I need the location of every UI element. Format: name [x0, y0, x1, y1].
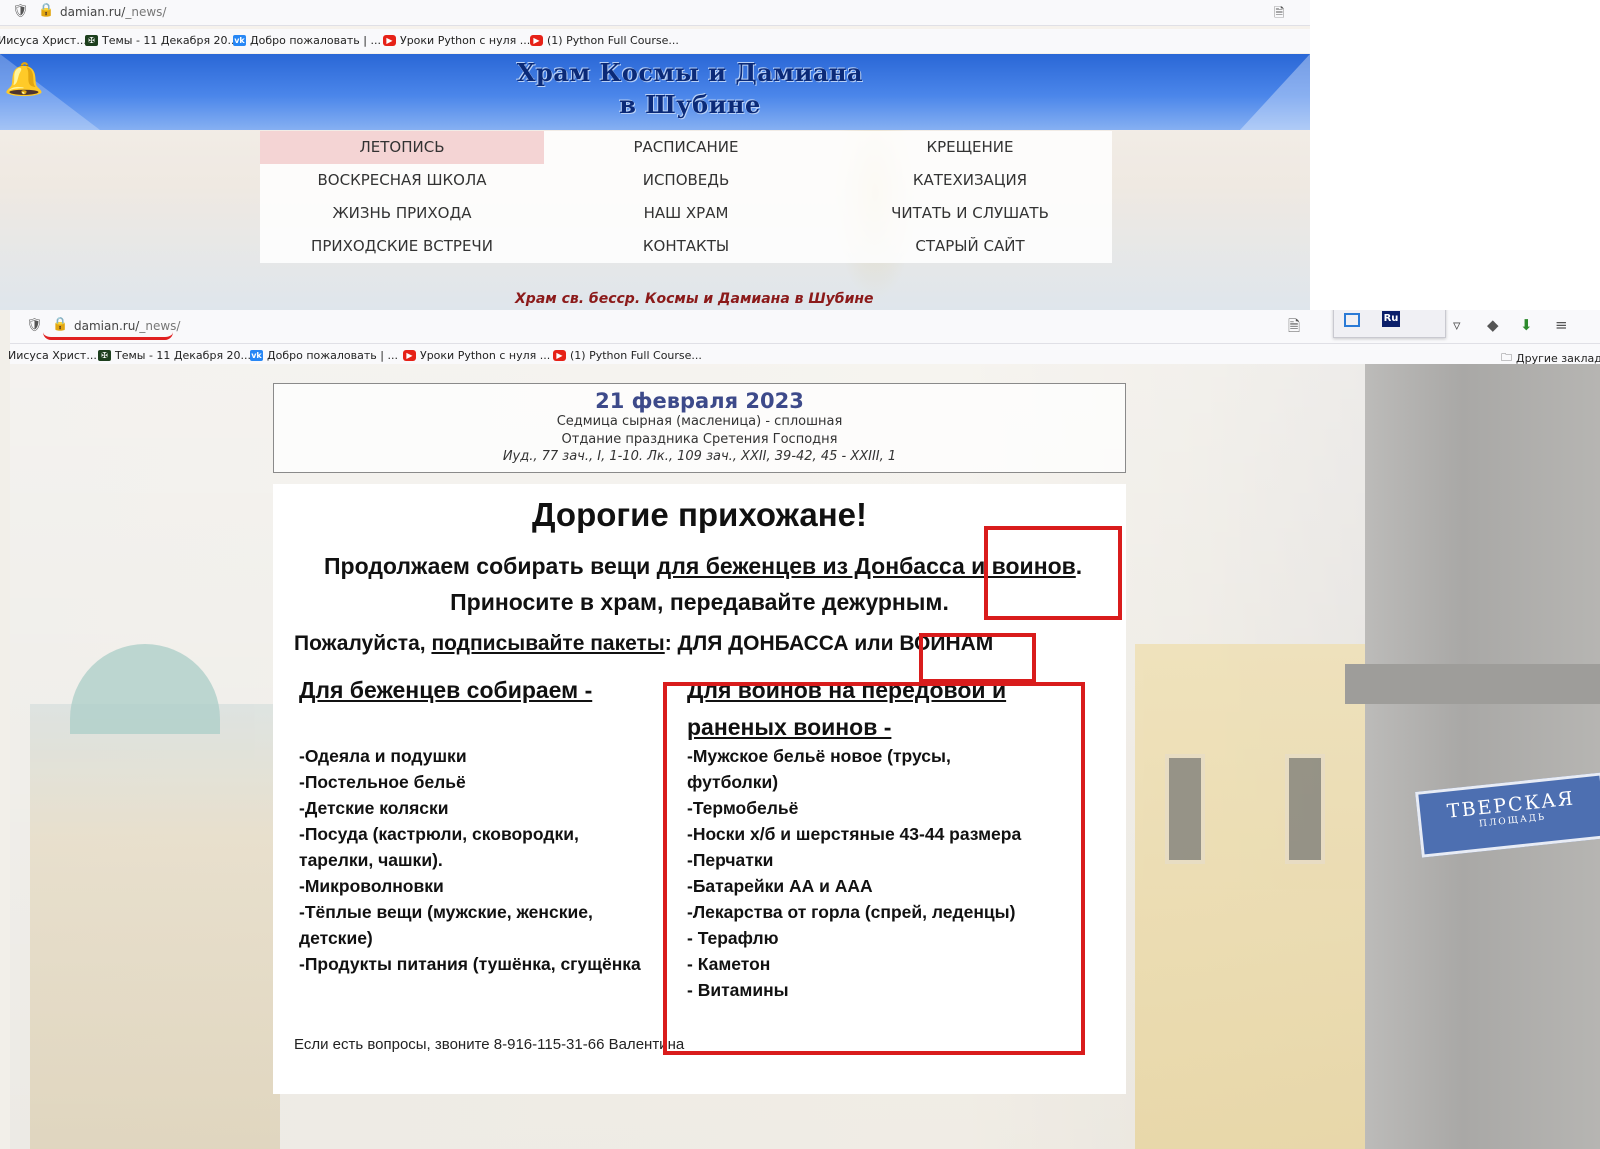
- shield-icon[interactable]: 🛡: [12, 4, 29, 19]
- bookmark-item[interactable]: vk Добро пожаловать | ...: [250, 349, 398, 362]
- bookmark-item[interactable]: Иисуса Христ...: [8, 349, 97, 362]
- bookmark-item[interactable]: ▶ (1) Python Full Course...: [553, 349, 702, 362]
- list-item: -Посуда (кастрюли, сковородки,: [299, 824, 579, 844]
- site-tagline: Храм св. бесср. Космы и Дамиана в Шубине: [515, 291, 874, 307]
- menu-item-katekhizatsiya[interactable]: КАТЕХИЗАЦИЯ: [828, 164, 1112, 197]
- pocket-icon[interactable]: ▿: [1453, 316, 1461, 334]
- menu-item-parish-meetings[interactable]: ПРИХОДСКИЕ ВСТРЕЧИ: [260, 230, 544, 263]
- bookmark-item[interactable]: ▶ (1) Python Full Course...: [530, 34, 679, 47]
- menu-item-kreshchenie[interactable]: КРЕЩЕНИЕ: [828, 131, 1112, 164]
- shield-icon[interactable]: 🛡: [26, 318, 43, 333]
- bookmark-item[interactable]: ✠ Темы - 11 Декабря 20...: [85, 34, 238, 47]
- background-building-right: [1135, 644, 1365, 1149]
- list-item: -Одеяла и подушки: [299, 746, 467, 766]
- extension-popup: Ru: [1333, 310, 1446, 338]
- bookmark-item[interactable]: Иисуса Христ...: [0, 34, 87, 47]
- main-menu: ЛЕТОПИСЬ РАСПИСАНИЕ КРЕЩЕНИЕ ВОСКРЕСНАЯ …: [260, 131, 1112, 263]
- vk-icon: vk: [250, 350, 263, 361]
- background-window: [1285, 754, 1325, 864]
- lock-icon[interactable]: 🔒: [52, 317, 68, 332]
- menu-item-letopis[interactable]: ЛЕТОПИСЬ: [260, 131, 544, 164]
- menu-icon[interactable]: ≡: [1555, 316, 1568, 334]
- background-window: [1165, 754, 1205, 864]
- list-item: -Микроволновки: [299, 876, 444, 896]
- menu-item-parish-life[interactable]: ЖИЗНЬ ПРИХОДА: [260, 197, 544, 230]
- menu-item-read-listen[interactable]: ЧИТАТЬ И СЛУШАТЬ: [828, 197, 1112, 230]
- bottom-browser-screenshot: 🛡 🔒 damian.ru/_news/ 🗎 ▿ ◆ ⬇ ≡ Ru Иисуса…: [0, 310, 1600, 1149]
- vk-icon: vk: [233, 35, 246, 46]
- menu-item-sunday-school[interactable]: ВОСКРЕСНАЯ ШКОЛА: [260, 164, 544, 197]
- address-bar-top[interactable]: 🛡 🔒 damian.ru/_news/ 🗎: [0, 0, 1310, 26]
- announcement-line-1: Продолжаем собирать вещи для беженцев из…: [324, 553, 1083, 579]
- list-item: -Детские коляски: [299, 798, 449, 818]
- youtube-icon: ▶: [530, 35, 543, 46]
- menu-item-our-church[interactable]: НАШ ХРАМ: [544, 197, 828, 230]
- site-title[interactable]: Храм Космы и Дамиана в Шубине: [490, 57, 890, 121]
- menu-item-old-site[interactable]: СТАРЫЙ САЙТ: [828, 230, 1112, 263]
- bookmarks-bar-top: Иисуса Христ... ✠ Темы - 11 Декабря 20...…: [0, 29, 1310, 53]
- lock-icon[interactable]: 🔒: [38, 3, 54, 18]
- red-box-annotation: [984, 526, 1122, 620]
- ru-extension-icon[interactable]: Ru: [1382, 311, 1400, 327]
- cross-icon: ✠: [85, 35, 98, 46]
- menu-item-ispoved[interactable]: ИСПОВЕДЬ: [544, 164, 828, 197]
- feast-description: Отдание праздника Сретения Господня: [561, 432, 838, 447]
- extension-icon[interactable]: ◆: [1487, 316, 1499, 334]
- site-title-line1: Храм Космы и Дамиана: [516, 58, 864, 87]
- banner-decoration: [1240, 54, 1310, 130]
- site-title-line2: в Шубине: [619, 90, 761, 119]
- red-underline-annotation: [43, 332, 173, 340]
- list-item: -Продукты питания (тушёнка, сгущёнка: [299, 954, 641, 974]
- scripture-readings: Иуд., 77 зач., I, 1-10. Лк., 109 зач., X…: [502, 449, 897, 464]
- screenshot-select-icon[interactable]: [1344, 313, 1360, 327]
- list-item: детские): [299, 928, 373, 948]
- list-item: -Тёплые вещи (мужские, женские,: [299, 902, 593, 922]
- reader-view-icon[interactable]: 🗎: [1274, 4, 1284, 26]
- red-box-annotation: [663, 682, 1085, 1055]
- menu-item-raspisanie[interactable]: РАСПИСАНИЕ: [544, 131, 828, 164]
- top-browser-screenshot: 🛡 🔒 damian.ru/_news/ 🗎 Иисуса Христ... ✠…: [0, 0, 1310, 310]
- youtube-icon: ▶: [553, 350, 566, 361]
- youtube-icon: ▶: [383, 35, 396, 46]
- refugees-list-heading: Для беженцев собираем -: [299, 677, 593, 703]
- refugees-list: -Одеяла и подушки -Постельное бельё -Дет…: [299, 743, 641, 977]
- day-description: Седмица сырная (масленица) - сплошная: [556, 414, 843, 429]
- bell-icon: 🔔: [4, 60, 44, 98]
- list-item: -Постельное бельё: [299, 772, 466, 792]
- red-box-annotation: [919, 633, 1036, 683]
- background-dome: [70, 644, 220, 734]
- list-item: тарелки, чашки).: [299, 850, 443, 870]
- cross-icon: ✠: [98, 350, 111, 361]
- bookmark-item[interactable]: ▶ Уроки Python с нуля ...: [403, 349, 550, 362]
- reader-view-icon[interactable]: 🗎: [1288, 316, 1300, 341]
- background-pillar: [1345, 364, 1600, 1149]
- contact-info: Если есть вопросы, звоните 8-916-115-31-…: [294, 1036, 685, 1053]
- url-text[interactable]: damian.ru/_news/: [60, 5, 166, 19]
- site-banner: 🔔 Храм Космы и Дамиана в Шубине: [0, 54, 1310, 130]
- bookmark-item[interactable]: vk Добро пожаловать | ...: [233, 34, 381, 47]
- date-header: 21 февраля 2023 Седмица сырная (маслениц…: [273, 383, 1126, 473]
- menu-item-contacts[interactable]: КОНТАКТЫ: [544, 230, 828, 263]
- url-text[interactable]: damian.ru/_news/: [74, 319, 180, 333]
- bookmark-item[interactable]: ✠ Темы - 11 Декабря 20...: [98, 349, 251, 362]
- bookmark-item[interactable]: ▶ Уроки Python с нуля ...: [383, 34, 530, 47]
- date-title: 21 февраля 2023: [595, 389, 804, 413]
- notification-icon[interactable]: ⬇: [1520, 316, 1533, 334]
- pillar-cornice: [1345, 664, 1600, 704]
- announcement-line-3: Пожалуйста, подписывайте пакеты: ДЛЯ ДОН…: [294, 632, 994, 655]
- youtube-icon: ▶: [403, 350, 416, 361]
- background-building-left: [30, 644, 280, 1149]
